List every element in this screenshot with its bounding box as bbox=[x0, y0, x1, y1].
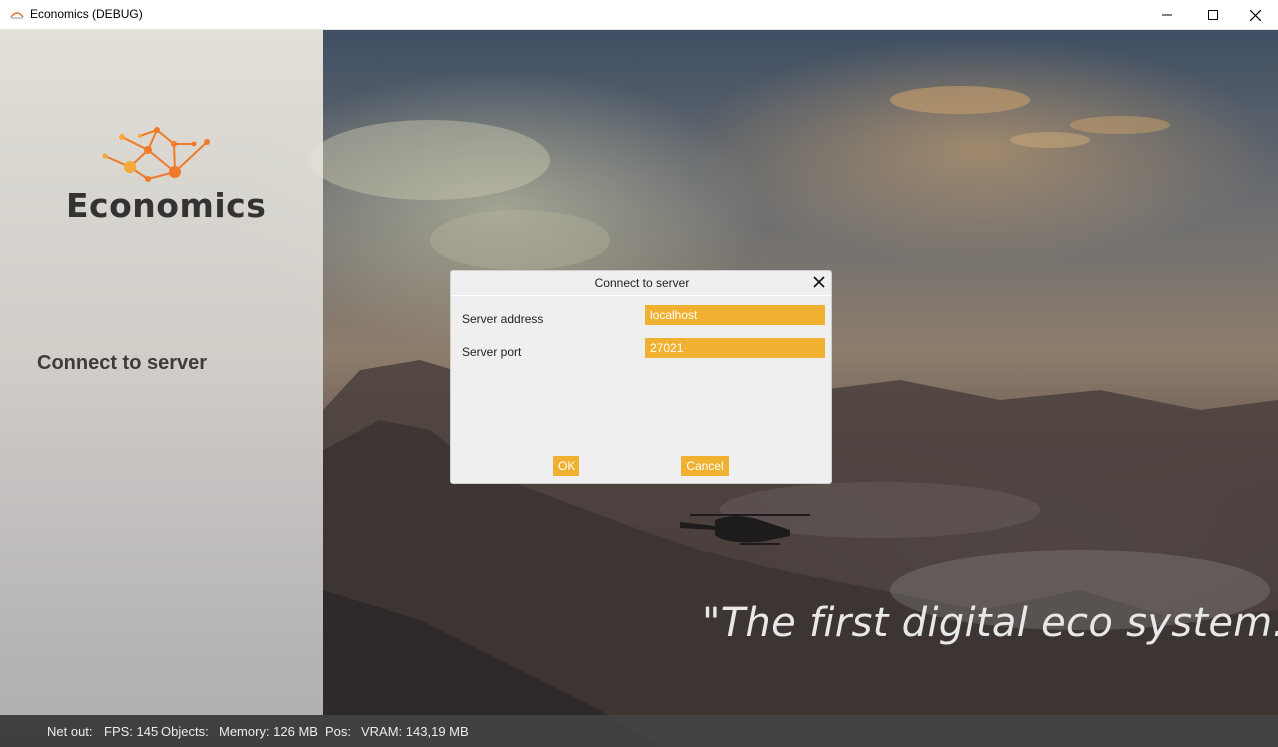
server-address-label: Server address bbox=[462, 312, 544, 326]
minimize-button[interactable] bbox=[1144, 0, 1190, 30]
vram-stat: VRAM: 143,19 MB bbox=[361, 724, 469, 739]
maximize-button[interactable] bbox=[1190, 0, 1236, 30]
pos-stat: Pos: bbox=[325, 724, 352, 739]
status-bar: Net out: FPS: 145 Objects: Memory: 126 M… bbox=[0, 715, 1278, 747]
minimize-icon bbox=[1162, 14, 1172, 16]
close-button[interactable] bbox=[1232, 0, 1278, 30]
network-logo-icon bbox=[102, 127, 210, 182]
cancel-button[interactable]: Cancel bbox=[681, 456, 729, 476]
dialog-divider bbox=[451, 295, 831, 296]
server-address-input[interactable] bbox=[645, 305, 825, 325]
logo-text: Economics bbox=[66, 186, 267, 225]
maximize-icon bbox=[1208, 10, 1218, 20]
tagline: "The first digital eco system." bbox=[702, 600, 1278, 646]
sidebar: Economics Connect to server bbox=[0, 30, 323, 715]
objects-stat: Objects: bbox=[161, 724, 209, 739]
server-port-label: Server port bbox=[462, 345, 522, 359]
fps-stat: FPS: 145 bbox=[104, 724, 159, 739]
close-icon bbox=[1249, 9, 1261, 21]
sidebar-item-connect-to-server[interactable]: Connect to server bbox=[37, 352, 207, 375]
app-icon bbox=[10, 12, 24, 19]
connect-dialog: Connect to server Server address Server … bbox=[450, 270, 832, 484]
dialog-title: Connect to server bbox=[594, 276, 690, 290]
window-title: Economics (DEBUG) bbox=[30, 7, 143, 21]
ok-button[interactable]: OK bbox=[553, 456, 579, 476]
memory-stat: Memory: 126 MB bbox=[219, 724, 318, 739]
server-port-input[interactable] bbox=[645, 338, 825, 358]
title-bar: Economics (DEBUG) bbox=[0, 0, 1278, 30]
net-out-stat: Net out: bbox=[47, 724, 93, 739]
close-icon[interactable] bbox=[811, 274, 827, 290]
